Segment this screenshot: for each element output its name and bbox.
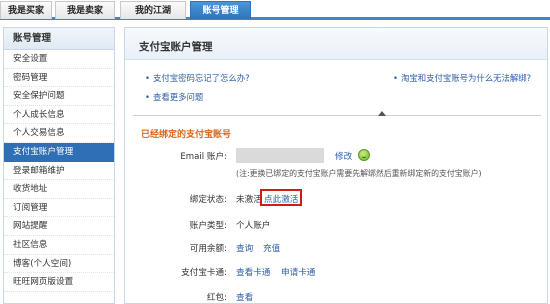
account-type-label: 账户类型: (189, 221, 227, 231)
sidebar-item-growth-info[interactable]: 个人成长信息 (4, 106, 114, 125)
page-title: 支付宝账户管理 (139, 41, 213, 53)
sidebar-item-subscriptions[interactable]: 订阅管理 (4, 199, 114, 218)
collapse-caret-icon[interactable] (378, 111, 386, 116)
sidebar-item-shipping-address[interactable]: 收货地址 (4, 180, 114, 199)
rebind-note: (注:更换已绑定的支付宝账户需要先解绑然后重新绑定新的支付宝账户) (236, 169, 482, 178)
account-type-value: 个人账户 (236, 221, 271, 231)
sidebar-menu: 安全设置 密码管理 安全保护问题 个人成长信息 个人交易信息 支付宝账户管理 登… (4, 50, 114, 292)
section-title-bound-account: 已经绑定的支付宝账号 (141, 130, 232, 140)
divider (133, 115, 541, 116)
help-link-label: 查看更多问题 (152, 92, 204, 102)
sidebar-item-password[interactable]: 密码管理 (4, 69, 114, 88)
sidebar-item-trade-info[interactable]: 个人交易信息 (4, 124, 114, 143)
sidebar: 账号管理 安全设置 密码管理 安全保护问题 个人成长信息 个人交易信息 支付宝账… (3, 27, 115, 304)
tab-seller[interactable]: 我是卖家 (55, 1, 115, 19)
email-value-masked (236, 148, 324, 163)
bind-status-label: 绑定状态: (189, 195, 227, 205)
help-link-cannot-unbind[interactable]: • 淘宝和支付宝账号为什么无法解绑? (393, 72, 531, 84)
sidebar-item-login-email[interactable]: 登录邮箱维护 (4, 162, 114, 181)
sidebar-item-community-info[interactable]: 社区信息 (4, 236, 114, 255)
balance-recharge-link[interactable]: 充值 (263, 242, 280, 254)
help-link-forgot-password[interactable]: • 支付宝密码忘记了怎么办? (145, 72, 250, 84)
main-panel: 支付宝账户管理 • 支付宝密码忘记了怎么办? • 淘宝和支付宝账号为什么无法解绑? … (124, 27, 548, 304)
balance-label: 可用余额: (189, 244, 227, 254)
view-card-link[interactable]: 查看卡通 (236, 266, 270, 278)
bullet-icon: • (145, 92, 150, 102)
apply-card-link[interactable]: 申请卡通 (281, 266, 315, 278)
balance-query-link[interactable]: 查询 (236, 242, 253, 254)
top-tab-bar: 我是买家 我是卖家 我的江湖 账号管理 (0, 0, 550, 20)
help-link-label: 支付宝密码忘记了怎么办? (152, 73, 250, 83)
help-link-more-questions[interactable]: • 查看更多问题 (145, 91, 203, 103)
tab-buyer[interactable]: 我是买家 (0, 1, 52, 19)
bullet-icon: • (393, 73, 398, 83)
sidebar-item-blog[interactable]: 博客(个人空间) (4, 255, 114, 274)
modify-email-link[interactable]: 修改 (335, 150, 352, 162)
bullet-icon: • (145, 73, 150, 83)
tab-community[interactable]: 我的江湖 (120, 1, 186, 19)
sidebar-item-wangwang-web[interactable]: 旺旺网页版设置 (4, 273, 114, 292)
bind-status-value: 未激活 (236, 195, 262, 205)
sidebar-item-site-alerts[interactable]: 网站提醒 (4, 217, 114, 236)
email-label: Email 账户: (180, 152, 227, 162)
smile-icon (358, 149, 370, 161)
card-label: 支付宝卡通: (181, 268, 227, 278)
sidebar-item-alipay-account[interactable]: 支付宝账户管理 (4, 142, 114, 162)
redpacket-label: 红包: (206, 293, 227, 303)
sidebar-item-security-settings[interactable]: 安全设置 (4, 50, 114, 69)
tab-account-management[interactable]: 账号管理 (190, 1, 251, 19)
view-redpacket-link[interactable]: 查看 (236, 291, 253, 303)
sidebar-item-security-question[interactable]: 安全保护问题 (4, 87, 114, 106)
sidebar-title: 账号管理 (4, 28, 114, 50)
activate-link[interactable]: 点此激活 (264, 193, 298, 205)
help-link-label: 淘宝和支付宝账号为什么无法解绑? (400, 73, 532, 83)
